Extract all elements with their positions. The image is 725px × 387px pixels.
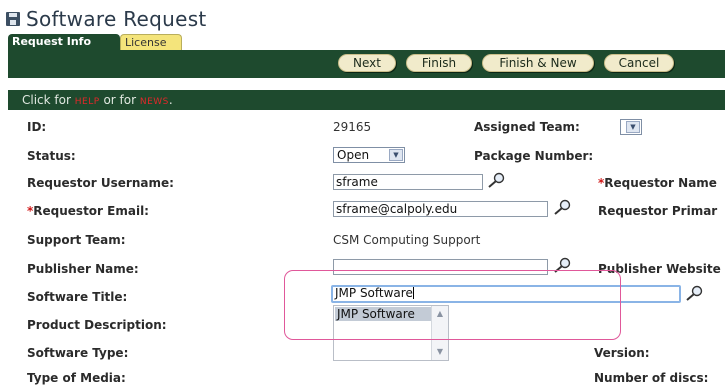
id-value: 29165 [333, 120, 372, 134]
magnifier-icon[interactable] [684, 285, 706, 301]
help-text: Click for HELP or for NEWS. [22, 93, 173, 107]
next-button[interactable]: Next [338, 54, 396, 72]
requestor-username-input[interactable]: sframe [333, 174, 483, 190]
tab-license[interactable]: License [120, 34, 182, 50]
cancel-button[interactable]: Cancel [604, 54, 674, 72]
tab-bar: Request Info License [0, 34, 725, 50]
highlight-annotation [284, 270, 621, 340]
assigned-team-label: Assigned Team: [474, 120, 580, 134]
page-title: Software Request [26, 7, 207, 31]
scroll-down-icon[interactable]: ▼ [433, 345, 447, 359]
magnifier-icon[interactable] [552, 199, 574, 215]
magnifier-icon[interactable] [486, 172, 508, 188]
software-title-label: Software Title: [27, 290, 128, 304]
status-label: Status: [27, 149, 76, 163]
assigned-team-select[interactable]: ▼ [620, 119, 642, 135]
help-link[interactable]: HELP [75, 97, 100, 107]
requestor-primary-label: Requestor Primar [598, 204, 718, 218]
product-description-label: Product Description: [27, 318, 167, 332]
status-select-value: Open [337, 148, 370, 162]
chevron-down-icon: ▼ [389, 149, 403, 161]
support-team-value: CSM Computing Support [333, 233, 481, 247]
publisher-name-label: Publisher Name: [27, 262, 139, 276]
package-number-label: Package Number: [474, 149, 594, 163]
floppy-disk-icon [6, 12, 20, 26]
window-title-bar: Software Request [0, 6, 207, 32]
chevron-down-icon: ▼ [626, 121, 640, 133]
number-of-discs-label: Number of discs: [594, 371, 709, 385]
status-select[interactable]: Open ▼ [333, 147, 405, 163]
version-label: Version: [594, 346, 650, 360]
type-of-media-label: Type of Media: [27, 371, 126, 385]
toolbar: Next Finish Finish & New Cancel [8, 50, 725, 78]
news-link[interactable]: NEWS [140, 97, 169, 107]
requestor-email-input[interactable]: sframe@calpoly.edu [333, 201, 548, 217]
requestor-name-label: *Requestor Name [598, 176, 717, 190]
requestor-email-label: *Requestor Email: [27, 204, 149, 218]
finish-and-new-button[interactable]: Finish & New [482, 54, 594, 72]
id-label: ID: [27, 120, 47, 134]
help-bar: Click for HELP or for NEWS. [8, 90, 725, 110]
finish-button[interactable]: Finish [406, 54, 472, 72]
software-type-label: Software Type: [27, 346, 129, 360]
requestor-username-label: Requestor Username: [27, 176, 174, 190]
support-team-label: Support Team: [27, 233, 126, 247]
tab-request-info[interactable]: Request Info [8, 34, 120, 50]
